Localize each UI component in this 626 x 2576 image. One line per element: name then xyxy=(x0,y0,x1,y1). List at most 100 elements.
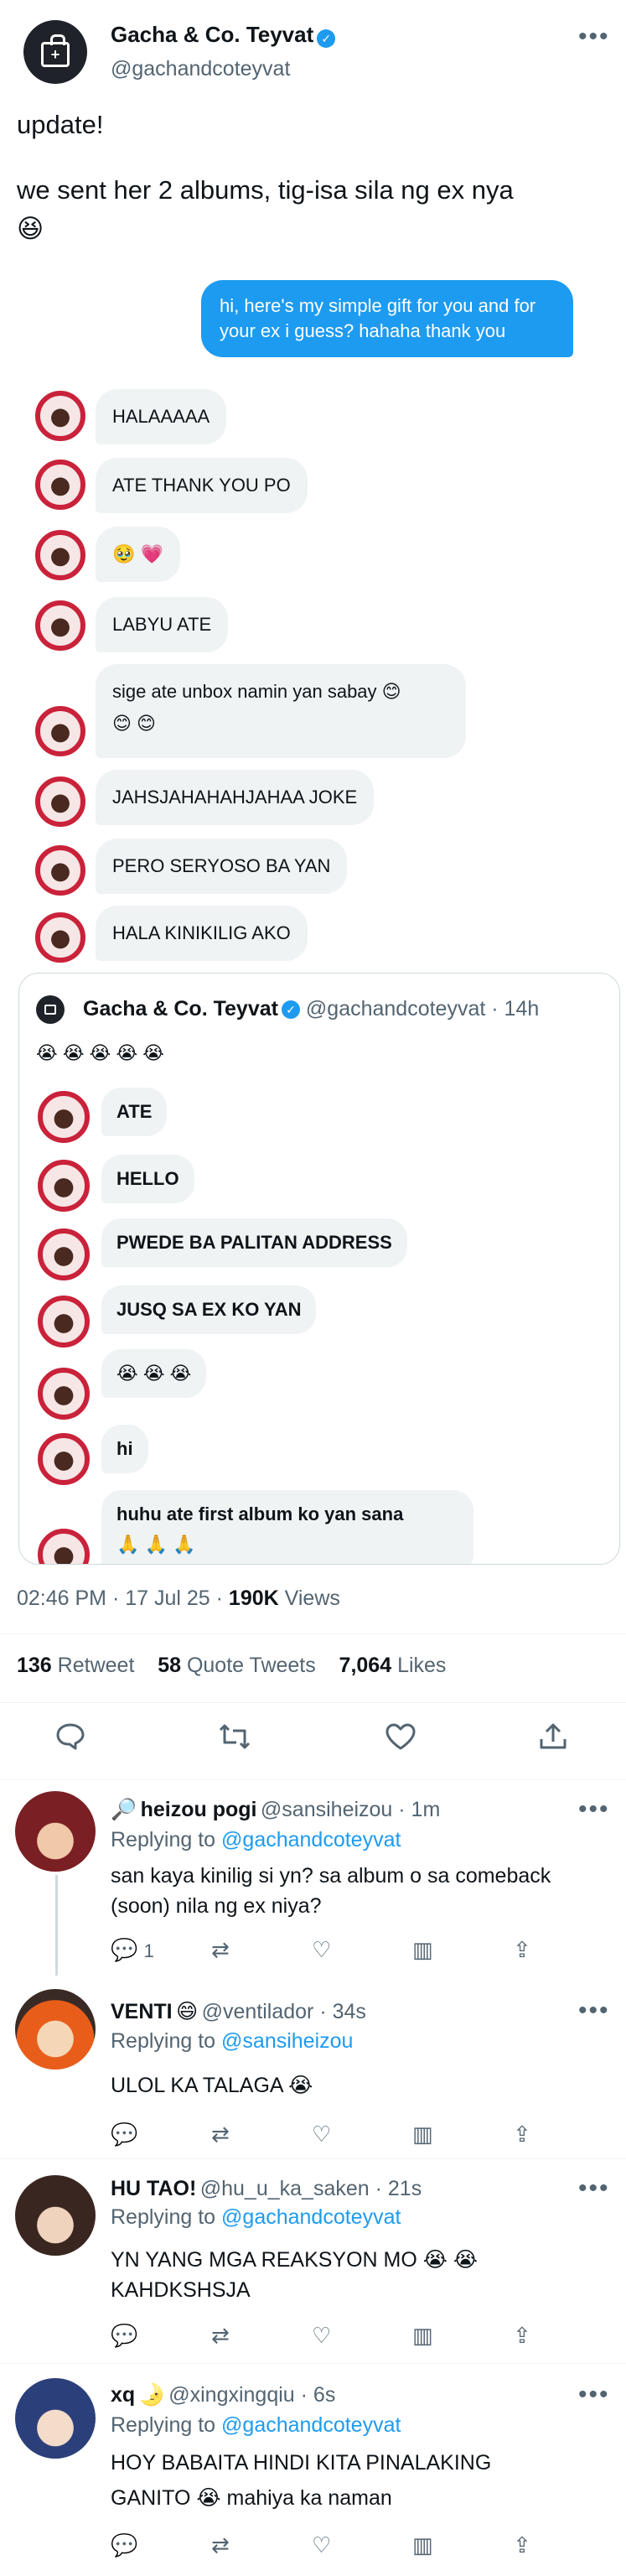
more-icon[interactable]: ••• xyxy=(578,2176,610,2201)
more-icon[interactable]: ••• xyxy=(578,1998,610,2023)
chat-bubble-line: 😊 😊 xyxy=(112,713,156,734)
like-icon[interactable]: ♡ xyxy=(312,1937,412,1963)
reply-author-name[interactable]: xq xyxy=(111,2383,135,2407)
reply-author-name[interactable]: HU TAO! xyxy=(111,2177,196,2200)
reply-text-line: GANITO 😭 mahiya ka naman xyxy=(111,2486,392,2510)
like-icon[interactable] xyxy=(375,1722,426,1758)
reply-icon[interactable] xyxy=(45,1722,96,1758)
quotes-label: Quote Tweets xyxy=(186,1654,316,1677)
retweet-icon[interactable] xyxy=(210,1722,260,1758)
like-icon[interactable]: ♡ xyxy=(312,2323,412,2349)
share-icon[interactable]: ⇪ xyxy=(513,2532,613,2558)
chat-bubble-line: huhu ate first album ko yan sana xyxy=(116,1504,404,1524)
chat-avatar xyxy=(38,1368,90,1420)
tweet-timestamp: 02:46 PM · 17 Jul 25 · xyxy=(17,1587,223,1610)
retweets-count: 136 xyxy=(17,1654,52,1677)
chat-received-bubble: HALA KINIKILIG AKO xyxy=(96,906,308,961)
quote-chat-bubble: 😭 😭 😭 xyxy=(101,1349,207,1398)
like-icon[interactable]: ♡ xyxy=(312,2532,412,2558)
chat-received-bubble: LABYU ATE xyxy=(96,597,229,652)
reply-avatar[interactable] xyxy=(15,1989,96,2070)
reply-icon[interactable]: 💬 xyxy=(111,2122,211,2148)
thread-line xyxy=(55,1875,58,1976)
replying-to-label: Replying to xyxy=(111,2205,216,2229)
replying-to-handle[interactable]: @sansiheizou xyxy=(221,2029,353,2053)
chat-received-bubble: PERO SERYOSO BA YAN xyxy=(96,839,348,894)
chat-avatar xyxy=(38,1228,90,1280)
reply-text-line: (soon) nila ng ex niya? xyxy=(111,1894,322,1918)
divider xyxy=(0,2158,626,2159)
replying-to-label: Replying to xyxy=(111,2413,216,2437)
more-icon[interactable]: ••• xyxy=(578,2382,610,2407)
reply-avatar[interactable] xyxy=(15,2378,96,2459)
reply-author-handle[interactable]: @sansiheizou · 1m xyxy=(261,1798,440,1821)
reply-actions: 💬 ⇄ ♡ ▥ ⇪ xyxy=(111,2122,613,2148)
share-icon[interactable]: ⇪ xyxy=(513,2122,613,2148)
retweet-icon[interactable]: ⇄ xyxy=(211,2122,312,2148)
reply-author-name[interactable]: VENTI xyxy=(111,2000,173,2023)
quoted-tweet[interactable]: Gacha & Co. Teyvat ✓ @gachandcoteyvat · 1… xyxy=(18,973,620,1565)
reply-author-handle[interactable]: @xingxingqiu · 6s xyxy=(168,2383,335,2407)
replying-to-handle[interactable]: @gachandcoteyvat xyxy=(221,2413,401,2437)
likes-stat[interactable]: 7,064 Likes xyxy=(339,1654,447,1677)
reply-text-line: YN YANG MGA REAKSYON MO 😭 😭 xyxy=(111,2248,479,2272)
reply-author-handle[interactable]: @ventilador · 34s xyxy=(202,2000,366,2023)
quote-author-handle: @gachandcoteyvat xyxy=(305,997,486,1021)
reply-avatar[interactable] xyxy=(15,2175,96,2256)
reply-icon[interactable]: 💬 xyxy=(111,2323,211,2349)
reply-author-name[interactable]: heizou pogi xyxy=(141,1798,257,1821)
chat-avatar xyxy=(35,600,85,651)
chat-avatar xyxy=(35,845,85,896)
tweet-text-line1: update! xyxy=(17,110,104,139)
more-icon[interactable]: ••• xyxy=(578,24,610,49)
share-icon[interactable]: ⇪ xyxy=(513,1937,613,1963)
retweet-icon[interactable]: ⇄ xyxy=(211,2532,312,2558)
quotes-stat[interactable]: 58 Quote Tweets xyxy=(158,1654,316,1677)
author-name-row[interactable]: Gacha & Co. Teyvat ✓ xyxy=(111,22,336,48)
chat-avatar xyxy=(35,530,85,580)
author-avatar[interactable] xyxy=(23,20,87,84)
views-count: 190K xyxy=(228,1587,279,1610)
views-label: Views xyxy=(284,1587,340,1610)
reply-name-suffix-icon: 🌛 xyxy=(138,2383,165,2407)
author-handle[interactable]: @gachandcoteyvat xyxy=(111,57,290,81)
replying-to-handle[interactable]: @gachandcoteyvat xyxy=(221,1828,401,1852)
replying-to: Replying to @gachandcoteyvat xyxy=(111,2205,401,2230)
replying-to-handle[interactable]: @gachandcoteyvat xyxy=(221,2205,401,2229)
bag-logo-icon xyxy=(44,1005,56,1015)
divider xyxy=(0,1702,626,1703)
author-name[interactable]: Gacha & Co. Teyvat xyxy=(111,22,313,47)
retweets-stat[interactable]: 136 Retweet xyxy=(17,1654,134,1677)
reply-author-handle[interactable]: @hu_u_ka_saken · 21s xyxy=(200,2177,422,2200)
chat-bubble-line: sige ate unbox namin yan sabay 😊 xyxy=(112,681,401,702)
chat-avatar xyxy=(35,912,85,963)
retweet-icon[interactable]: ⇄ xyxy=(211,1937,312,1963)
more-icon[interactable]: ••• xyxy=(578,1797,610,1822)
replying-to-label: Replying to xyxy=(111,1828,216,1852)
like-icon[interactable]: ♡ xyxy=(312,2122,412,2148)
retweets-label: Retweet xyxy=(57,1654,135,1677)
divider xyxy=(0,1633,626,1634)
quote-chat-bubble-multiline: huhu ate first album ko yan sana 🙏 🙏 🙏 xyxy=(101,1490,473,1564)
analytics-icon[interactable]: ▥ xyxy=(412,2122,513,2148)
share-icon[interactable] xyxy=(528,1722,578,1758)
retweet-icon[interactable]: ⇄ xyxy=(211,2323,312,2349)
reply-icon[interactable]: 💬 1 xyxy=(111,1937,211,1963)
quote-chat-bubble: PWEDE BA PALITAN ADDRESS xyxy=(101,1218,407,1267)
chat-received-bubble: 🥹 💗 xyxy=(96,527,180,582)
verified-icon: ✓ xyxy=(281,1000,300,1020)
chat-avatar xyxy=(38,1433,90,1485)
quote-chat-bubble: hi xyxy=(101,1425,148,1473)
chat-received-bubble-multiline: sige ate unbox namin yan sabay 😊 😊 😊 xyxy=(96,664,466,758)
quotes-count: 58 xyxy=(158,1654,181,1677)
analytics-icon[interactable]: ▥ xyxy=(412,2532,513,2558)
reply-icon[interactable]: 💬 xyxy=(111,2532,211,2558)
chat-avatar xyxy=(38,1296,90,1348)
reply-header: 🔎 heizou pogi @sansiheizou · 1m xyxy=(111,1798,440,1822)
analytics-icon[interactable]: ▥ xyxy=(412,2323,513,2349)
chat-avatar xyxy=(35,391,85,441)
share-icon[interactable]: ⇪ xyxy=(513,2323,613,2349)
analytics-icon[interactable]: ▥ xyxy=(412,1937,513,1963)
reply-avatar[interactable] xyxy=(15,1791,96,1872)
chat-avatar xyxy=(38,1091,90,1143)
